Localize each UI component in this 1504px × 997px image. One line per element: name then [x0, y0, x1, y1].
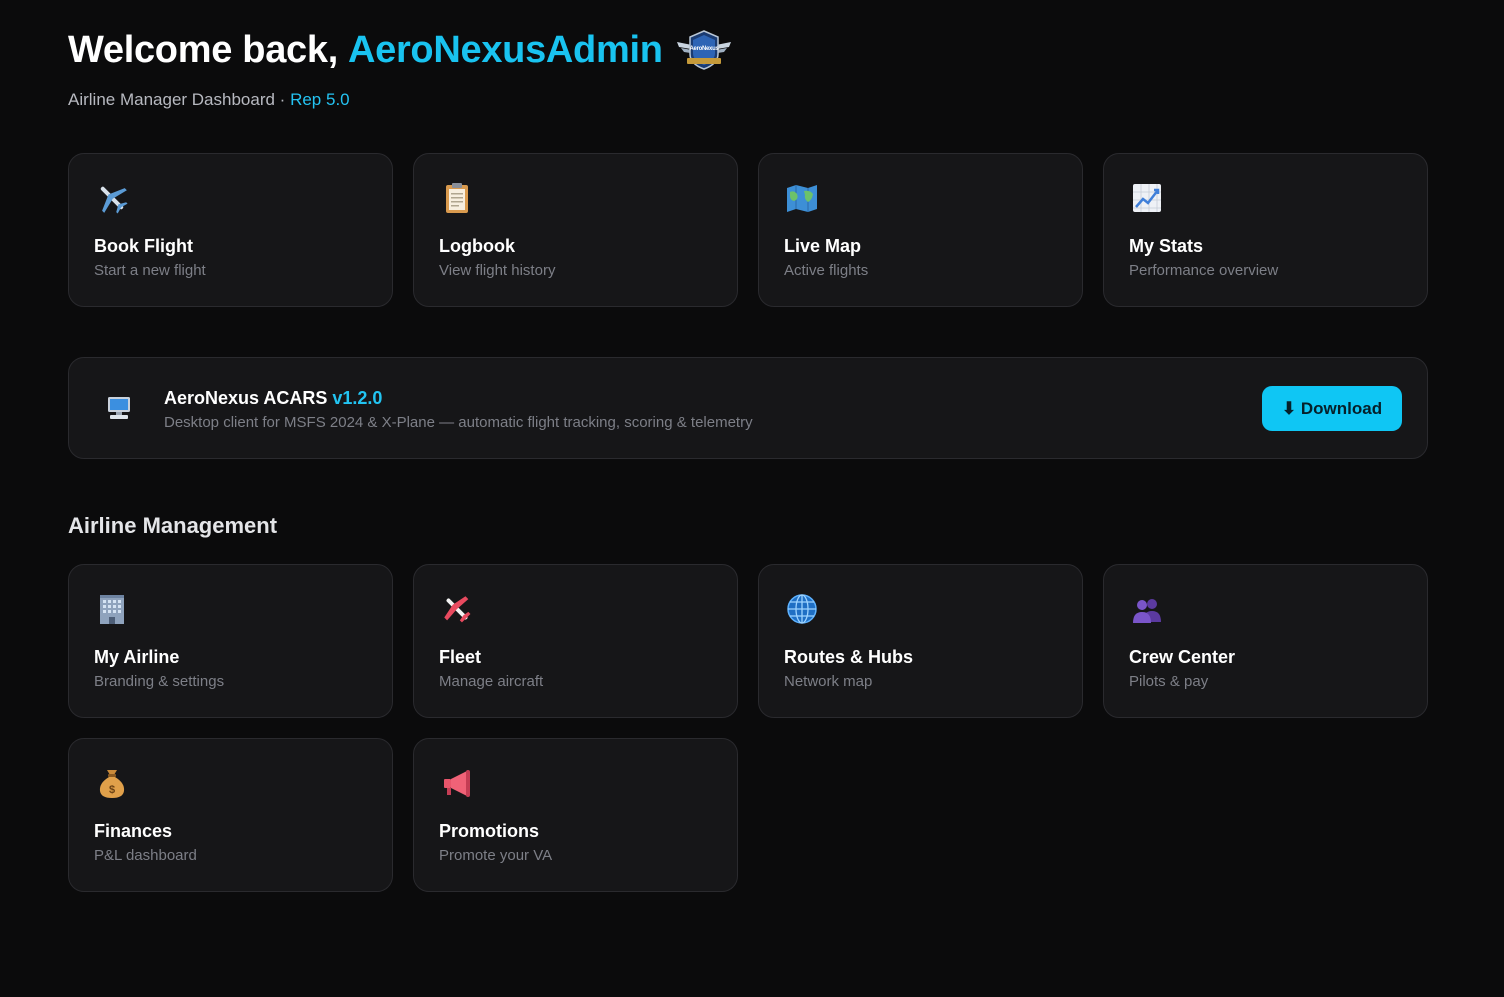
header: Welcome back, AeroNexusAdmin AeroNexus A… — [68, 28, 733, 110]
my-stats-card[interactable]: My Stats Performance overview — [1103, 153, 1428, 307]
finances-card[interactable]: $ Finances P&L dashboard — [68, 738, 393, 892]
card-title: Crew Center — [1129, 647, 1236, 667]
routes-hubs-card[interactable]: Routes & Hubs Network map — [758, 564, 1083, 718]
svg-text:$: $ — [109, 784, 115, 796]
card-description: Manage aircraft — [439, 673, 544, 690]
acars-version: v1.2.0 — [332, 388, 383, 408]
card-title: Routes & Hubs — [784, 647, 914, 667]
chart-up-icon — [1133, 184, 1161, 212]
globe-icon — [787, 594, 817, 624]
reputation-value: Rep 5.0 — [290, 90, 350, 109]
fleet-card[interactable]: Fleet Manage aircraft — [413, 564, 738, 718]
small-airplane-icon — [444, 596, 471, 623]
section-title-airline-management: Airline Management — [68, 513, 278, 538]
office-building-icon — [100, 595, 124, 624]
card-description: Branding & settings — [94, 673, 225, 690]
card-title: Logbook — [439, 236, 515, 256]
acars-download-banner: AeroNexus ACARS v1.2.0 Desktop client fo… — [68, 357, 1428, 459]
card-description: Performance overview — [1129, 262, 1279, 279]
promotions-card[interactable]: Promotions Promote your VA — [413, 738, 738, 892]
svg-text:AeroNexus: AeroNexus — [689, 46, 719, 52]
dashboard-subtitle: Airline Manager Dashboard · Rep 5.0 — [68, 90, 733, 110]
card-description: View flight history — [439, 262, 556, 279]
welcome-heading: Welcome back, AeroNexusAdmin AeroNexus — [68, 28, 733, 72]
my-airline-card[interactable]: My Airline Branding & settings — [68, 564, 393, 718]
map-icon — [787, 185, 817, 212]
money-bag-icon: $ — [99, 770, 125, 798]
live-map-card[interactable]: Live Map Active flights — [758, 153, 1083, 307]
acars-description: Desktop client for MSFS 2024 & X-Plane —… — [164, 414, 753, 431]
welcome-prefix: Welcome back, — [68, 29, 338, 71]
desktop-computer-icon — [108, 397, 130, 419]
card-title: Live Map — [784, 236, 862, 256]
book-flight-card[interactable]: Book Flight Start a new flight — [68, 153, 393, 307]
clipboard-icon — [446, 183, 468, 213]
card-description: Network map — [784, 673, 873, 690]
card-title: My Airline — [94, 647, 180, 667]
logbook-card[interactable]: Logbook View flight history — [413, 153, 738, 307]
aeronexus-wing-badge-icon: AeroNexus — [676, 30, 731, 70]
crew-center-card[interactable]: Crew Center Pilots & pay — [1103, 564, 1428, 718]
card-title: Finances — [94, 821, 173, 841]
acars-title: AeroNexus ACARS v1.2.0 — [164, 388, 382, 409]
card-description: Pilots & pay — [1129, 673, 1209, 690]
username: AeroNexusAdmin — [347, 29, 663, 71]
card-title: Fleet — [439, 647, 482, 667]
card-description: Active flights — [784, 262, 869, 279]
download-button[interactable]: ⬇ Download — [1262, 386, 1402, 431]
subtitle-text: Airline Manager Dashboard · — [68, 90, 286, 109]
card-description: Promote your VA — [439, 847, 553, 864]
people-icon — [1133, 599, 1161, 623]
card-title: Book Flight — [94, 236, 193, 256]
card-description: P&L dashboard — [94, 847, 197, 864]
airplane-icon — [100, 186, 128, 214]
airline-management-grid: My Airline Branding & settings Fleet Man… — [68, 564, 1428, 892]
acars-name: AeroNexus ACARS — [164, 388, 328, 408]
quick-actions-grid: Book Flight Start a new flight Logbook V… — [68, 153, 1428, 307]
card-description: Start a new flight — [94, 262, 206, 279]
card-title: My Stats — [1129, 236, 1204, 256]
megaphone-icon — [444, 770, 470, 797]
card-title: Promotions — [439, 821, 540, 841]
